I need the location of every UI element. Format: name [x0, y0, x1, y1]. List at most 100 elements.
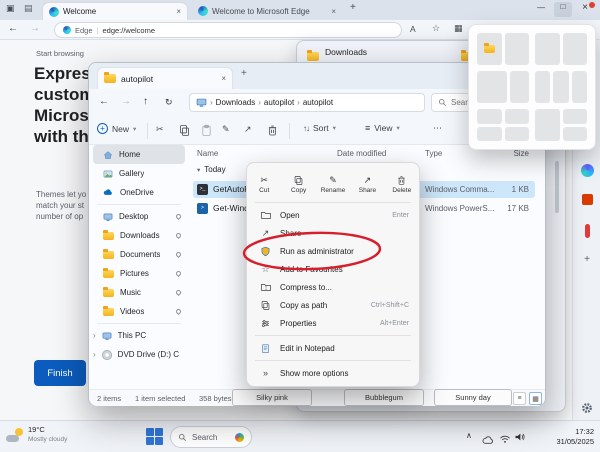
menu-item-compress-to[interactable]: Compress to... — [247, 278, 419, 296]
sidebar-settings-gear-icon[interactable] — [573, 402, 600, 414]
breadcrumb-segment[interactable]: autopilot — [264, 98, 294, 107]
wifi-tray-icon[interactable] — [499, 431, 511, 449]
snap-layout-option[interactable] — [477, 109, 529, 141]
edge-favicon — [198, 6, 208, 16]
refresh-button[interactable]: ↻ — [165, 97, 173, 108]
nav-item-documents[interactable]: Documents — [89, 245, 189, 264]
nav-label: Videos — [120, 307, 144, 316]
browser-tab-edge-welcome[interactable]: Welcome to Microsoft Edge × — [192, 2, 342, 20]
scrollbar-thumb[interactable] — [555, 161, 559, 213]
snap-layout-option[interactable] — [477, 71, 529, 103]
minimize-button[interactable]: — — [532, 3, 550, 12]
nav-item-gallery[interactable]: Gallery — [89, 164, 189, 183]
menu-item-show-more-options[interactable]: » Show more options — [247, 364, 419, 382]
sidebar-add-icon[interactable]: + — [573, 254, 600, 265]
nav-item-downloads[interactable]: Downloads — [89, 226, 189, 245]
menu-item-open[interactable]: Open Enter — [247, 206, 419, 224]
browser-tab-welcome[interactable]: Welcome × — [42, 2, 188, 20]
nav-item-dvd-drive[interactable]: › DVD Drive (D:) C — [89, 345, 189, 364]
cut-icon[interactable]: ✂ — [156, 124, 164, 135]
menu-item-copy-as-path[interactable]: Copy as path Ctrl+Shift+C — [247, 296, 419, 314]
column-header-date[interactable]: Date modified — [337, 149, 386, 158]
quick-cut-button[interactable]: ✂ Cut — [247, 170, 281, 199]
close-tab-icon[interactable]: × — [221, 74, 226, 83]
start-button[interactable] — [146, 428, 163, 445]
folder-icon — [307, 52, 319, 61]
finish-button[interactable]: Finish — [34, 360, 86, 386]
quick-rename-button[interactable]: ✎ Rename — [316, 170, 350, 199]
quick-delete-button[interactable]: Delete — [385, 170, 419, 199]
menu-label: Edit in Notepad — [280, 344, 335, 353]
gallery-icon — [103, 169, 113, 179]
rename-icon[interactable]: ✎ — [222, 124, 230, 135]
annotation-circle — [240, 229, 388, 273]
new-tab-button[interactable]: + — [241, 68, 247, 79]
tab-actions-icon[interactable]: ▣ — [6, 3, 15, 14]
share-icon[interactable]: ↗ — [244, 124, 252, 135]
onedrive-tray-icon[interactable] — [482, 432, 495, 450]
favorites-star-icon[interactable]: ☆ — [432, 23, 440, 34]
nav-item-home[interactable]: Home — [93, 145, 185, 164]
column-header-name[interactable]: Name — [197, 149, 218, 158]
snap-layout-option[interactable] — [535, 71, 587, 103]
nav-item-desktop[interactable]: Desktop — [89, 207, 189, 226]
paste-icon[interactable] — [200, 124, 213, 142]
back-button[interactable]: ← — [8, 23, 18, 34]
up-button[interactable]: ↑ — [143, 96, 148, 107]
theme-card[interactable]: Silky pink — [232, 389, 312, 406]
address-bar[interactable]: Edge | edge://welcome — [54, 22, 402, 38]
microsoft365-icon[interactable] — [573, 194, 600, 205]
snap-layout-option[interactable] — [535, 33, 587, 65]
forward-button[interactable]: → — [121, 96, 131, 107]
nav-label: Home — [119, 150, 140, 159]
vertical-tabs-icon[interactable]: ▤ — [24, 3, 33, 14]
details-view-toggle[interactable]: ≡ — [513, 392, 526, 405]
expand-chevron-icon[interactable]: › — [93, 331, 96, 340]
new-button[interactable]: + New ▾ — [97, 123, 136, 134]
breadcrumb[interactable]: › Downloads › autopilot › autopilot — [189, 93, 425, 112]
volume-tray-icon[interactable] — [514, 430, 526, 448]
breadcrumb-segment[interactable]: autopilot — [303, 98, 333, 107]
taskbar-clock[interactable]: 17:32 31/05/2025 — [528, 427, 594, 447]
menu-item-properties[interactable]: Properties Alt+Enter — [247, 314, 419, 332]
nav-item-music[interactable]: Music — [89, 283, 189, 302]
nav-label: This PC — [118, 331, 146, 340]
sort-button[interactable]: ↑↓ Sort ▾ — [303, 123, 336, 133]
view-button[interactable]: ≡ View ▾ — [365, 123, 400, 133]
quick-copy-button[interactable]: Copy — [281, 170, 315, 199]
column-header-type[interactable]: Type — [425, 149, 442, 158]
menu-item-edit-in-notepad[interactable]: Edit in Notepad — [247, 339, 419, 357]
expand-chevron-icon[interactable]: › — [93, 350, 96, 359]
file-type: Windows Comma... — [425, 185, 494, 194]
taskbar-weather-widget[interactable]: 19°C Mostly cloudy — [6, 425, 67, 445]
new-tab-button[interactable]: + — [350, 2, 356, 13]
hidden-icons-chevron[interactable]: ∧ — [466, 431, 472, 440]
explorer-tab[interactable]: autopilot × — [97, 67, 233, 89]
quick-share-button[interactable]: ↗ Share — [350, 170, 384, 199]
large-icons-view-toggle[interactable]: ▦ — [529, 392, 542, 405]
maximize-button[interactable]: □ — [554, 2, 572, 17]
taskbar-search-box[interactable]: Search — [170, 426, 252, 448]
theme-card[interactable]: Sunny day — [434, 389, 512, 406]
snap-layout-option[interactable] — [477, 33, 529, 65]
copilot-icon[interactable] — [573, 164, 600, 177]
nav-item-pictures[interactable]: Pictures — [89, 264, 189, 283]
theme-card[interactable]: Bubblegum — [344, 389, 424, 406]
snap-layout-option[interactable] — [535, 109, 587, 141]
close-tab-icon[interactable]: × — [331, 7, 336, 16]
nav-item-this-pc[interactable]: › This PC — [89, 326, 189, 345]
column-header-size[interactable]: Size — [485, 149, 529, 158]
collections-icon[interactable]: ▦ — [454, 23, 463, 34]
nav-item-videos[interactable]: Videos — [89, 302, 189, 321]
more-options-icon[interactable]: ⋯ — [433, 123, 442, 134]
copy-icon[interactable] — [178, 124, 191, 142]
close-tab-icon[interactable]: × — [176, 7, 181, 16]
delete-icon[interactable] — [266, 124, 279, 142]
nav-item-onedrive[interactable]: OneDrive — [89, 183, 189, 202]
forward-button[interactable]: → — [30, 23, 40, 34]
read-aloud-icon[interactable]: A — [410, 24, 416, 34]
back-button[interactable]: ← — [99, 96, 109, 107]
weather-icon — [6, 428, 23, 443]
breadcrumb-segment[interactable]: Downloads — [216, 98, 256, 107]
browser-essentials-icon[interactable] — [573, 224, 600, 238]
